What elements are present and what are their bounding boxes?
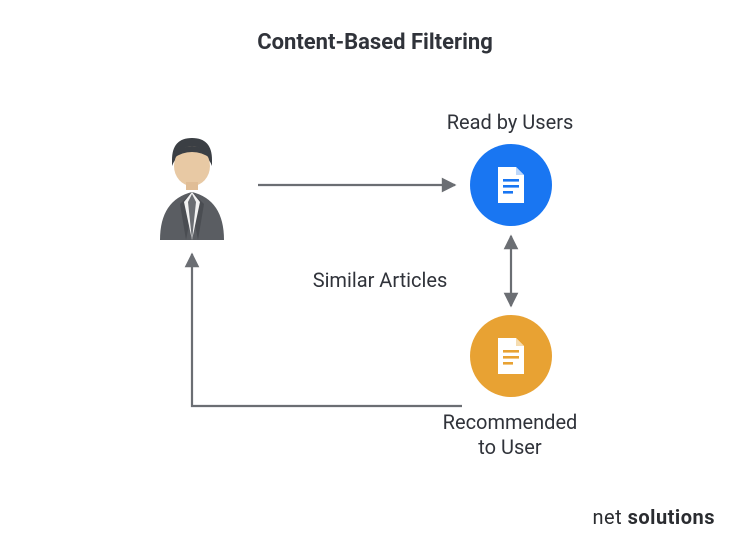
read-by-users-label: Read by Users xyxy=(410,110,610,135)
brand-logo: net solutions xyxy=(592,505,715,529)
recommended-document-node xyxy=(470,315,552,397)
brand-part2: solutions xyxy=(628,505,715,529)
brand-part1: net xyxy=(592,505,627,529)
similar-articles-label: Similar Articles xyxy=(290,268,470,293)
read-document-node xyxy=(470,144,552,226)
user-icon xyxy=(150,132,234,242)
diagram-title: Content-Based Filtering xyxy=(0,30,750,55)
document-icon xyxy=(494,336,528,376)
document-icon xyxy=(494,165,528,205)
diagram-stage: Content-Based Filtering xyxy=(0,0,750,549)
recommended-to-user-label: Recommended to User xyxy=(410,410,610,460)
